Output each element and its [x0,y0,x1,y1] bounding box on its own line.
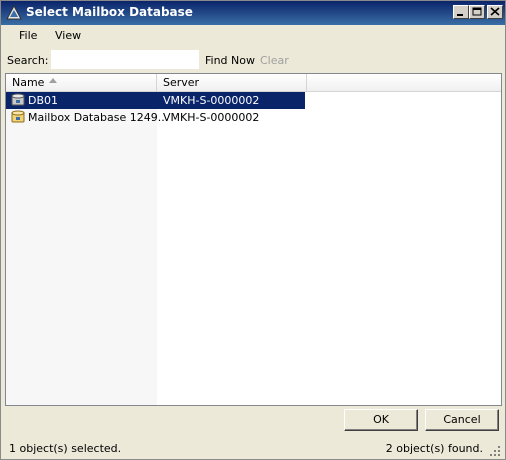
table-row[interactable]: DB01 VMKH-S-0000002 [6,92,305,109]
name-column-background [6,91,157,405]
row-name: DB01 [28,94,59,107]
window-title: Select Mailbox Database [26,5,193,19]
title-bar[interactable]: Select Mailbox Database [1,1,505,25]
minimize-button[interactable] [453,5,469,19]
row-name: Mailbox Database 1249... [28,111,169,124]
ok-button[interactable]: OK [344,409,418,431]
column-header-server[interactable]: Server [157,74,307,91]
column-header-name-label: Name [12,76,45,89]
close-icon [490,7,500,16]
list-header: Name Server [6,74,501,92]
column-header-name[interactable]: Name [6,74,157,91]
search-label: Search: [7,54,49,67]
app-icon [6,4,22,21]
database-icon [10,109,26,125]
menu-view[interactable]: View [55,29,81,42]
column-header-server-label: Server [163,76,200,89]
clear-button[interactable]: Clear [260,54,289,67]
results-list[interactable]: Name Server DB01 VMKH-S-0000002 Mailbox … [5,73,502,406]
table-row[interactable]: Mailbox Database 1249... VMKH-S-0000002 [6,109,305,126]
selected-count: 1 object(s) selected. [9,442,122,455]
resize-grip-icon[interactable] [489,445,501,457]
found-count: 2 object(s) found. [385,442,483,455]
maximize-button[interactable] [469,5,485,19]
status-bar: 1 object(s) selected. 2 object(s) found. [1,435,505,459]
maximize-icon [472,7,482,16]
row-server: VMKH-S-0000002 [163,111,260,124]
database-icon [10,92,26,108]
close-button[interactable] [487,5,503,19]
select-mailbox-database-dialog: Select Mailbox Database File View Search… [0,0,506,460]
find-now-button[interactable]: Find Now [205,54,255,67]
search-bar: Search: Find Now Clear [1,47,505,73]
minimize-icon [457,14,463,16]
menu-bar: File View [1,25,505,47]
search-input[interactable] [51,50,199,69]
menu-file[interactable]: File [19,29,37,42]
cancel-button[interactable]: Cancel [425,409,499,431]
row-server: VMKH-S-0000002 [163,94,260,107]
sort-ascending-icon [49,78,57,83]
